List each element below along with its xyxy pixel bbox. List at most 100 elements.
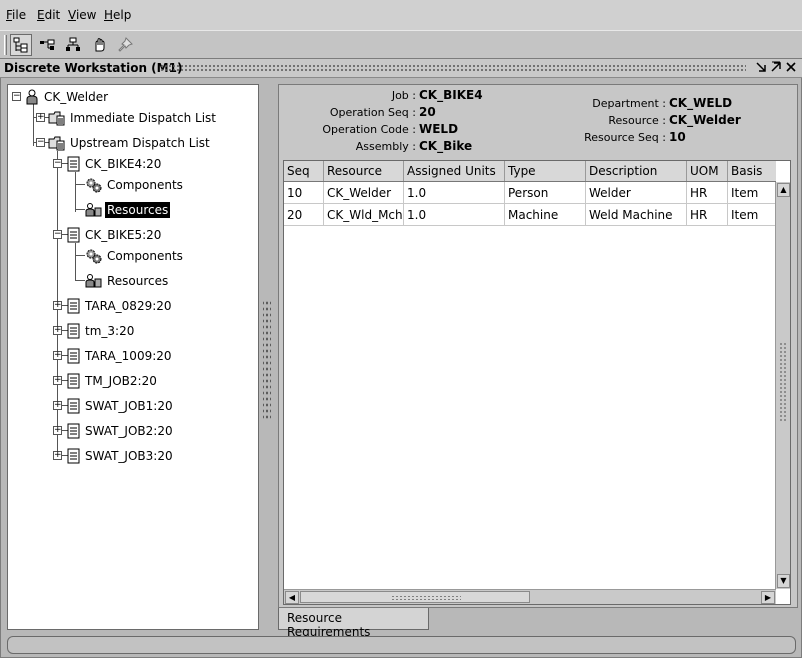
tree-root-ck-welder[interactable]: CK_Welder: [24, 87, 110, 107]
tree-job-label: SWAT_JOB1:20: [85, 399, 173, 413]
column-header-basis[interactable]: Basis: [728, 161, 776, 181]
expand-toggle[interactable]: +: [53, 351, 62, 360]
column-header-type[interactable]: Type: [505, 161, 586, 181]
tree-item-upstream-dispatch-list[interactable]: Upstream Dispatch List: [48, 133, 212, 153]
table-row[interactable]: 20 CK_Wld_Mch 1.0 Machine Weld Machine H…: [284, 204, 776, 226]
column-header-description[interactable]: Description: [586, 161, 687, 181]
menu-view[interactable]: View: [68, 8, 96, 22]
scroll-thumb[interactable]: [300, 591, 530, 603]
minimize-icon[interactable]: [754, 61, 768, 75]
field-value: CK_Bike: [419, 139, 473, 153]
expand-toggle[interactable]: +: [53, 401, 62, 410]
tree-job-ck-bike4[interactable]: CK_BIKE4:20: [67, 154, 163, 174]
expand-toggle[interactable]: +: [36, 113, 45, 122]
tree-item-components[interactable]: Components: [85, 175, 185, 195]
scroll-right-icon[interactable]: ▶: [761, 591, 775, 604]
job-document-icon: [67, 156, 80, 172]
expand-toggle[interactable]: +: [53, 426, 62, 435]
tree-job-label: TARA_1009:20: [85, 349, 172, 363]
window-titlebar[interactable]: Discrete Workstation (M1): [0, 59, 802, 78]
tree-job-label: CK_BIKE4:20: [85, 157, 162, 171]
collapse-toggle[interactable]: −: [53, 230, 62, 239]
column-header-resource[interactable]: Resource: [324, 161, 404, 181]
menu-file[interactable]: File: [6, 8, 26, 22]
job-document-icon: [67, 448, 80, 464]
tree-job-label: SWAT_JOB3:20: [85, 449, 173, 463]
cell-type: Person: [505, 182, 586, 204]
tree-item-label-selected: Resources: [103, 201, 172, 219]
field-assembly: Assembly : CK_Bike: [290, 139, 472, 153]
job-document-icon: [67, 298, 80, 314]
tree-job-tm-job2[interactable]: TM_JOB2:20: [67, 371, 159, 391]
tree-item-immediate-dispatch-list[interactable]: Immediate Dispatch List: [48, 108, 218, 128]
cell-resource: CK_Wld_Mch: [324, 204, 404, 226]
tree-item-components[interactable]: Components: [85, 246, 185, 266]
field-value: 10: [669, 130, 686, 144]
gears-icon: [86, 178, 102, 193]
table-row[interactable]: 10 CK_Welder 1.0 Person Welder HR Item: [284, 182, 776, 204]
tree-job-ck-bike5[interactable]: CK_BIKE5:20: [67, 225, 163, 245]
titlebar-grip: [160, 64, 746, 72]
job-document-icon: [67, 227, 80, 243]
tree-job-tara-0829[interactable]: TARA_0829:20: [67, 296, 174, 316]
tree-job-label: TM_JOB2:20: [85, 374, 157, 388]
hierarchy-view-button[interactable]: [62, 34, 84, 56]
cell-uom: HR: [687, 182, 728, 204]
cell-assigned-units: 1.0: [404, 204, 505, 226]
vertical-scrollbar[interactable]: ▲ ▼: [775, 182, 790, 589]
tree-item-resources[interactable]: Resources: [85, 200, 172, 220]
job-document-icon: [67, 348, 80, 364]
pin-button[interactable]: [114, 34, 136, 56]
field-operation-code: Operation Code : WELD: [290, 122, 458, 136]
tree-view-icon: [13, 37, 28, 53]
tree-item-label: Components: [107, 249, 183, 263]
tab-resource-requirements[interactable]: Resource Requirements: [278, 608, 429, 639]
resource-person-icon: [85, 274, 102, 288]
tree-job-label: TARA_0829:20: [85, 299, 172, 313]
job-document-icon: [67, 423, 80, 439]
hand-cursor-button[interactable]: [88, 34, 110, 56]
field-department: Department : CK_WELD: [560, 96, 732, 110]
resource-requirements-table[interactable]: Seq Resource Assigned Units Type Descrip…: [283, 160, 791, 605]
collapse-toggle[interactable]: −: [53, 159, 62, 168]
tree-view-button[interactable]: [10, 34, 32, 56]
scroll-grip[interactable]: [779, 342, 788, 422]
menu-edit[interactable]: Edit: [37, 8, 60, 22]
gantt-view-button[interactable]: [36, 34, 58, 56]
cell-seq: 20: [284, 204, 324, 226]
collapse-toggle[interactable]: −: [12, 92, 21, 101]
column-header-seq[interactable]: Seq: [284, 161, 324, 181]
tree-job-tm-3[interactable]: tm_3:20: [67, 321, 136, 341]
table-header: Seq Resource Assigned Units Type Descrip…: [284, 161, 776, 182]
tree-item-label: Resources: [107, 274, 169, 288]
expand-toggle[interactable]: +: [53, 451, 62, 460]
column-header-assigned-units[interactable]: Assigned Units: [404, 161, 505, 181]
restore-icon[interactable]: [769, 61, 783, 75]
tree-job-swat-job1[interactable]: SWAT_JOB1:20: [67, 396, 175, 416]
menu-help[interactable]: Help: [104, 8, 131, 22]
scroll-down-icon[interactable]: ▼: [777, 574, 790, 588]
scroll-left-icon[interactable]: ◀: [285, 591, 299, 604]
field-label: Operation Code :: [322, 123, 416, 136]
expand-toggle[interactable]: +: [53, 376, 62, 385]
gantt-view-icon: [40, 39, 55, 50]
field-value: CK_Welder: [669, 113, 741, 127]
collapse-toggle[interactable]: −: [36, 138, 45, 147]
dispatch-tree[interactable]: − CK_Welder + Immediate Dispatch List − …: [7, 84, 259, 630]
panel-splitter[interactable]: [263, 300, 271, 420]
close-icon[interactable]: [784, 61, 798, 75]
tree-job-swat-job3[interactable]: SWAT_JOB3:20: [67, 446, 175, 466]
column-header-uom[interactable]: UOM: [687, 161, 728, 181]
tree-item-label: Components: [107, 178, 183, 192]
job-document-icon: [67, 373, 80, 389]
hand-cursor-icon: [95, 38, 105, 52]
expand-toggle[interactable]: +: [53, 301, 62, 310]
hierarchy-view-icon: [66, 37, 80, 51]
tree-item-resources[interactable]: Resources: [85, 271, 170, 291]
expand-toggle[interactable]: +: [53, 326, 62, 335]
cell-uom: HR: [687, 204, 728, 226]
tree-job-swat-job2[interactable]: SWAT_JOB2:20: [67, 421, 175, 441]
scroll-up-icon[interactable]: ▲: [777, 183, 790, 197]
horizontal-scrollbar[interactable]: ◀ ▶: [284, 589, 776, 604]
tree-job-tara-1009[interactable]: TARA_1009:20: [67, 346, 174, 366]
